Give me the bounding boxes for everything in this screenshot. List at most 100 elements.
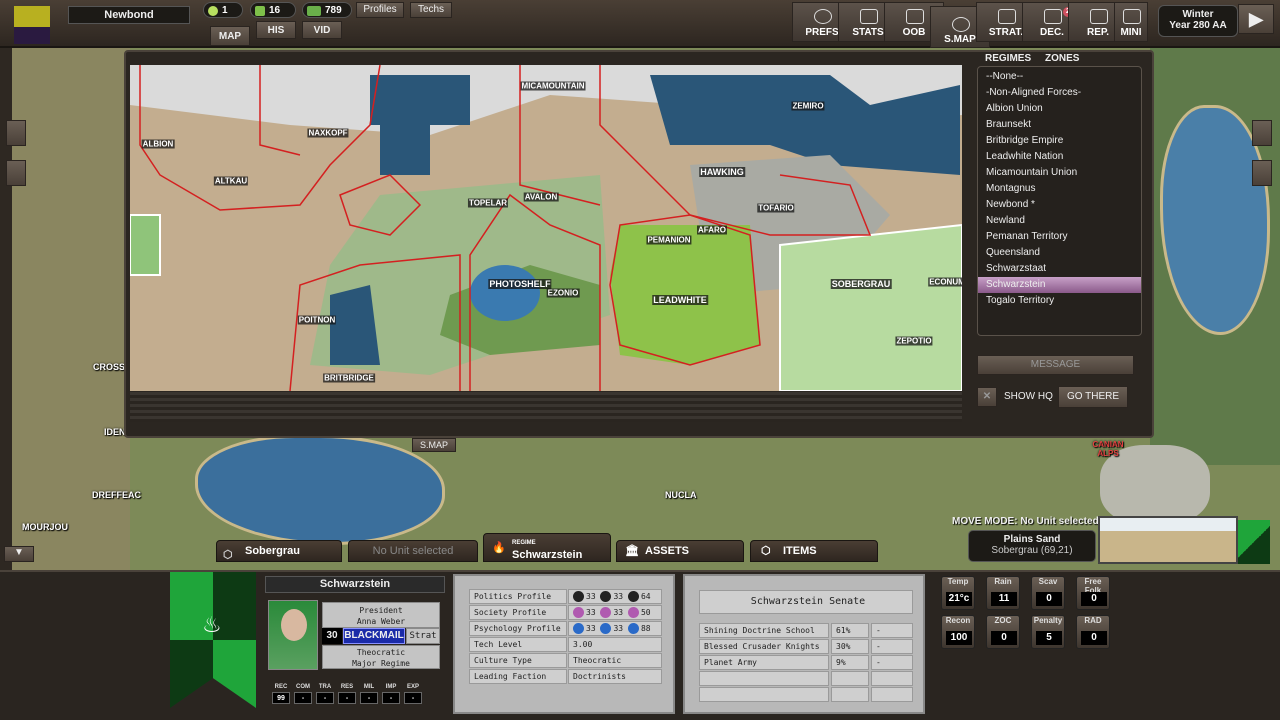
city-label[interactable]: ZEMIRO (791, 101, 825, 111)
skill-name[interactable]: BLACKMAIL (343, 628, 405, 644)
town-label[interactable]: NUCLA (665, 490, 697, 500)
tab-label: Sobergrau (245, 545, 301, 557)
mini-stat-com: COM - (294, 684, 312, 704)
move-mode-text: MOVE MODE: No Unit selected (952, 516, 1099, 527)
town-label[interactable]: IDEN (104, 427, 126, 437)
side-button-square-2[interactable] (1252, 160, 1272, 186)
faction-name (699, 671, 829, 686)
side-button-square[interactable] (1252, 120, 1272, 146)
message-button[interactable]: MESSAGE (977, 355, 1134, 375)
city-label[interactable]: LEADWHITE (652, 295, 708, 305)
region-label: CANIAN ALPS (1092, 440, 1124, 458)
tab-regimes[interactable]: REGIMES (985, 53, 1035, 64)
tab-zones[interactable]: ZONES (1045, 53, 1085, 64)
profile-value: 33 (586, 624, 596, 633)
eye-icon (573, 607, 584, 618)
city-label[interactable]: ALBION (141, 139, 175, 149)
leader-portrait[interactable] (268, 600, 318, 670)
regime-item[interactable]: Queensland (978, 245, 1141, 261)
assets-tab[interactable]: 🏛 ASSETS (616, 540, 744, 562)
stat-value: 0 (1081, 592, 1107, 606)
resource-value: 1 (222, 5, 228, 16)
city-label[interactable]: HAWKING (699, 167, 745, 177)
leader-title: President (359, 606, 403, 615)
resource-value: 789 (325, 5, 342, 16)
go-there-button[interactable]: GO THERE (1058, 386, 1128, 408)
season: Winter (1182, 9, 1214, 20)
side-button-swap[interactable] (6, 160, 26, 186)
city-label[interactable]: NAXKOPF (307, 128, 349, 138)
city-label[interactable]: POITNON (297, 315, 337, 325)
regime-tab[interactable]: 🔥 REGIME Schwarzstein (483, 533, 611, 562)
city-label[interactable]: ZEPOTIO (895, 336, 933, 346)
strategic-map[interactable]: MICAMOUNTAIN ZEMIRO ALBION NAXKOPF ALTKA… (130, 65, 962, 391)
leader-box: President Anna Weber (322, 602, 440, 628)
unit-tab[interactable]: No Unit selected (348, 540, 478, 562)
side-button-cube[interactable] (6, 120, 26, 146)
mini-stat-res: RES - (338, 684, 356, 704)
regime-item[interactable]: Micamountain Union (978, 165, 1141, 181)
town-label[interactable]: CROSS (93, 362, 125, 372)
profiles-button[interactable]: Profiles (356, 2, 404, 18)
regime-item[interactable]: Pemanan Territory (978, 229, 1141, 245)
collapse-down-icon[interactable]: ▼ (4, 546, 34, 562)
city-label[interactable]: EZONIO (546, 288, 580, 298)
stat-value: 0 (1081, 631, 1107, 645)
city-label[interactable]: TOFARIO (757, 203, 795, 213)
items-tab[interactable]: ⬡ ITEMS (750, 540, 878, 562)
faction-name: Planet Army (699, 655, 829, 670)
profile-value: 33 (613, 608, 624, 617)
hex-stat-rain: Rain 11 (986, 576, 1020, 610)
city-label[interactable]: PEMANION (646, 235, 692, 245)
profile-values: 33 33 50 (568, 605, 662, 620)
regime-item[interactable]: Albion Union (978, 101, 1141, 117)
stat-label: Scav (1038, 577, 1058, 586)
city-label[interactable]: BRITBRIDGE (323, 373, 375, 383)
tab-caption: REGIME (512, 540, 536, 546)
regime-item[interactable]: Newbond * (978, 197, 1141, 213)
city-label[interactable]: ECONUM (928, 277, 962, 287)
show-hq-checkbox[interactable]: ✕ (977, 387, 997, 407)
stat-label: Temp (947, 577, 969, 586)
city-label[interactable]: AFARO (697, 225, 727, 235)
regime-item[interactable]: --None-- (978, 69, 1141, 85)
hex-location: Sobergrau (69,21) (991, 545, 1073, 556)
end-turn-play-icon[interactable]: ▶ (1238, 4, 1274, 34)
terrain-name: Plains Sand (1003, 534, 1061, 545)
mini-stat-rec: REC 99 (272, 684, 290, 704)
zone-tab[interactable]: ⬡ Sobergrau (216, 540, 342, 562)
regime-item[interactable]: Newland (978, 213, 1141, 229)
regime-item[interactable]: -Non-Aligned Forces- (978, 85, 1141, 101)
leader-name: Anna Weber (356, 617, 406, 626)
mini-button[interactable]: MINI (1114, 2, 1148, 42)
regime-item[interactable]: Schwarzstaat (978, 261, 1141, 277)
gear-icon (814, 9, 832, 24)
profile-value: 3.00 (568, 637, 662, 652)
profile-value: Theocratic (568, 653, 662, 668)
city-label[interactable]: MICAMOUNTAIN (520, 81, 586, 91)
city-label[interactable]: TOPELAR (467, 198, 509, 208)
regime-item[interactable]: Montagnus (978, 181, 1141, 197)
city-label[interactable]: PHOTOSHELF (488, 279, 552, 289)
regime-list[interactable]: --None-- -Non-Aligned Forces- Albion Uni… (977, 66, 1142, 336)
flame-hands-icon: ♨ (202, 612, 222, 637)
town-label[interactable]: DREFFEAC (92, 490, 141, 500)
city-label[interactable]: SOBERGRAU (830, 279, 892, 289)
faction-name[interactable]: Newbond (68, 6, 190, 24)
techs-button[interactable]: Techs (410, 2, 452, 18)
city-label[interactable]: AVALON (523, 192, 559, 202)
smap-tab[interactable]: S.MAP (412, 438, 456, 452)
regime-item-selected[interactable]: Schwarzstein (978, 277, 1141, 293)
regime-item[interactable]: Braunsekt (978, 117, 1141, 133)
tab-his[interactable]: HIS (256, 21, 296, 39)
profile-label: Leading Faction (469, 669, 567, 684)
tab-map[interactable]: MAP (210, 26, 250, 46)
town-label[interactable]: MOURJOU (22, 522, 68, 532)
hex-stat-zoc: ZOC 0 (986, 615, 1020, 649)
tab-vid[interactable]: VID (302, 21, 342, 39)
regime-item[interactable]: Togalo Territory (978, 293, 1141, 309)
regime-item[interactable]: Britbridge Empire (978, 133, 1141, 149)
city-label[interactable]: ALTKAU (213, 176, 249, 186)
profile-label: Culture Type (469, 653, 567, 668)
regime-item[interactable]: Leadwhite Nation (978, 149, 1141, 165)
